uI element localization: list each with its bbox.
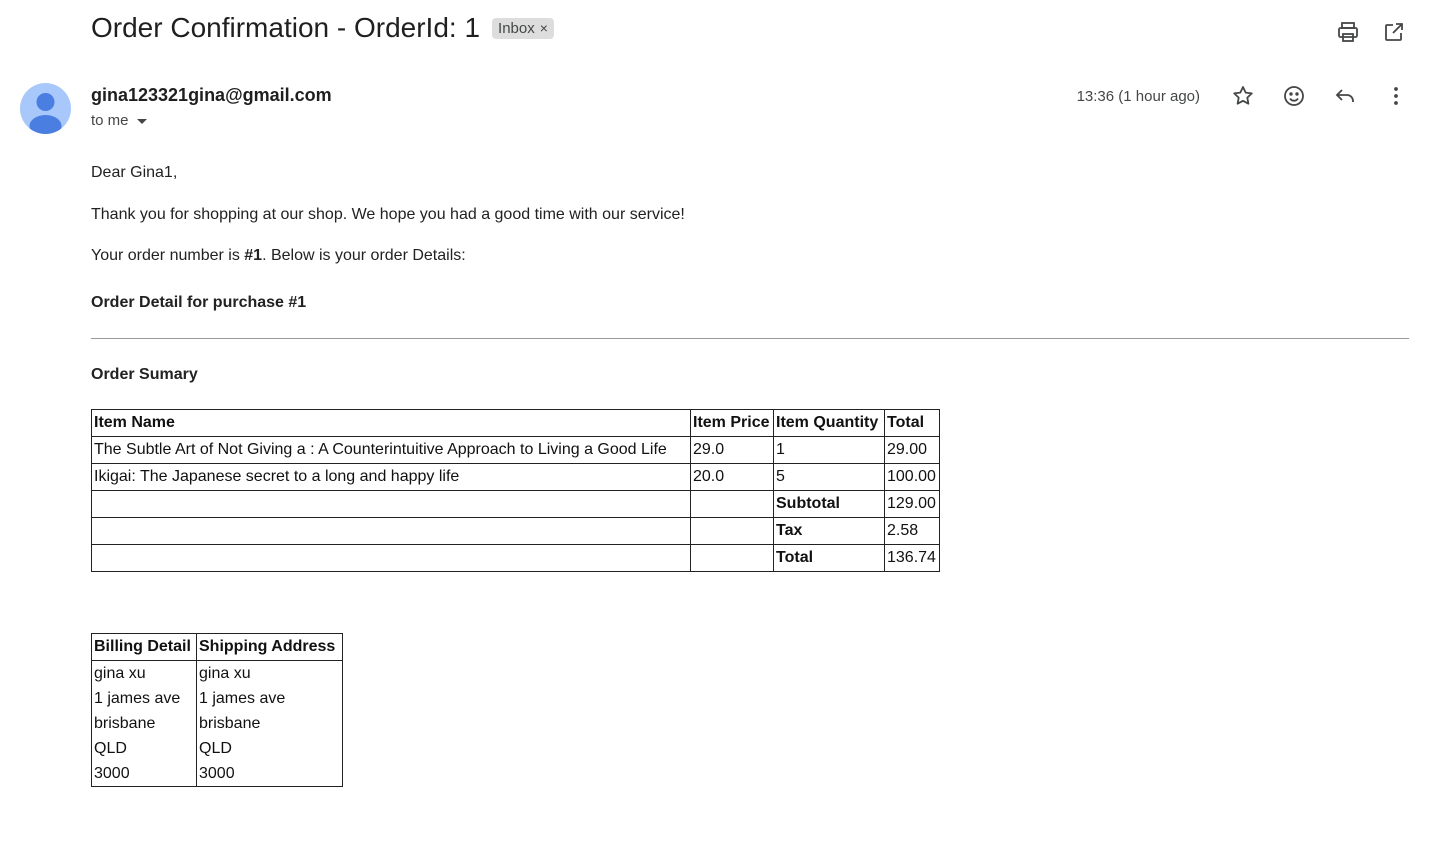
print-icon[interactable]: [1332, 16, 1364, 48]
order-summary-heading: Order Sumary: [91, 366, 198, 383]
order-table: Item Name Item Price Item Quantity Total…: [91, 409, 940, 572]
thread-actions: [1332, 16, 1410, 48]
header-shipping-address: Shipping Address: [196, 633, 343, 661]
dropdown-caret-icon[interactable]: [135, 114, 149, 128]
shipping-street: 1 james ave: [196, 686, 343, 711]
table-row: Ikigai: The Japanese secret to a long an…: [91, 463, 940, 491]
address-row: QLD QLD: [91, 736, 343, 761]
header-item-name: Item Name: [91, 409, 691, 437]
address-row: 1 james ave 1 james ave: [91, 686, 343, 711]
reply-icon[interactable]: [1329, 80, 1361, 112]
address-row: gina xu gina xu: [91, 660, 343, 686]
subtotal-label: Subtotal: [773, 490, 885, 518]
sender-address[interactable]: gina123321gina@gmail.com: [91, 85, 332, 106]
billing-state: QLD: [91, 736, 197, 761]
star-icon[interactable]: [1227, 80, 1259, 112]
header-item-quantity: Item Quantity: [773, 409, 885, 437]
shipping-city: brisbane: [196, 711, 343, 736]
message-time: 13:36 (1 hour ago): [1076, 87, 1200, 105]
table-row: The Subtle Art of Not Giving a : A Count…: [91, 436, 940, 464]
shipping-postcode: 3000: [196, 761, 343, 787]
emoji-icon[interactable]: [1278, 80, 1310, 112]
item-name: The Subtle Art of Not Giving a : A Count…: [91, 436, 691, 464]
item-total: 100.00: [884, 463, 940, 491]
subtotal-value: 129.00: [884, 490, 940, 518]
item-name: Ikigai: The Japanese secret to a long an…: [91, 463, 691, 491]
billing-name: gina xu: [91, 660, 197, 686]
total-value: 136.74: [884, 544, 940, 572]
total-row: Total 136.74: [91, 544, 940, 572]
billing-postcode: 3000: [91, 761, 197, 787]
recipient-row: to me: [91, 112, 149, 129]
recipient-text: to me: [91, 112, 129, 129]
order-number-text: Your order number is #1. Below is your o…: [91, 247, 466, 265]
subtotal-row: Subtotal 129.00: [91, 490, 940, 518]
tax-value: 2.58: [884, 517, 940, 545]
item-total: 29.00: [884, 436, 940, 464]
tax-label: Tax: [773, 517, 885, 545]
address-row: brisbane brisbane: [91, 711, 343, 736]
order-suffix: . Below is your order Details:: [262, 247, 466, 264]
label-text: Inbox: [498, 19, 535, 37]
open-new-window-icon[interactable]: [1378, 16, 1410, 48]
address-row: 3000 3000: [91, 761, 343, 787]
header-total: Total: [884, 409, 940, 437]
shipping-state: QLD: [196, 736, 343, 761]
avatar-icon[interactable]: [20, 83, 71, 134]
subject-row: Order Confirmation - OrderId: 1 Inbox ×: [91, 12, 554, 44]
shipping-name: gina xu: [196, 660, 343, 686]
order-number: #1: [244, 247, 263, 264]
tax-row: Tax 2.58: [91, 517, 940, 545]
table-header-row: Item Name Item Price Item Quantity Total: [91, 409, 940, 437]
address-table: Billing Detail Shipping Address gina xu …: [91, 633, 343, 787]
remove-label-icon[interactable]: ×: [540, 20, 548, 36]
greeting: Dear Gina1,: [91, 164, 178, 181]
divider: [91, 338, 1409, 339]
more-vert-icon[interactable]: [1380, 80, 1412, 112]
item-price: 20.0: [690, 463, 774, 491]
header-item-price: Item Price: [690, 409, 774, 437]
address-header-row: Billing Detail Shipping Address: [91, 633, 343, 661]
total-label: Total: [773, 544, 885, 572]
email-subject: Order Confirmation - OrderId: 1: [91, 12, 481, 43]
billing-street: 1 james ave: [91, 686, 197, 711]
message-actions: 13:36 (1 hour ago): [1077, 80, 1412, 112]
billing-city: brisbane: [91, 711, 197, 736]
item-price: 29.0: [690, 436, 774, 464]
order-detail-heading: Order Detail for purchase #1: [91, 294, 307, 311]
header-billing-detail: Billing Detail: [91, 633, 197, 661]
item-quantity: 5: [773, 463, 885, 491]
order-prefix: Your order number is: [91, 247, 245, 264]
thanks-text: Thank you for shopping at our shop. We h…: [91, 206, 685, 223]
item-quantity: 1: [773, 436, 885, 464]
inbox-label-chip[interactable]: Inbox ×: [492, 17, 554, 39]
